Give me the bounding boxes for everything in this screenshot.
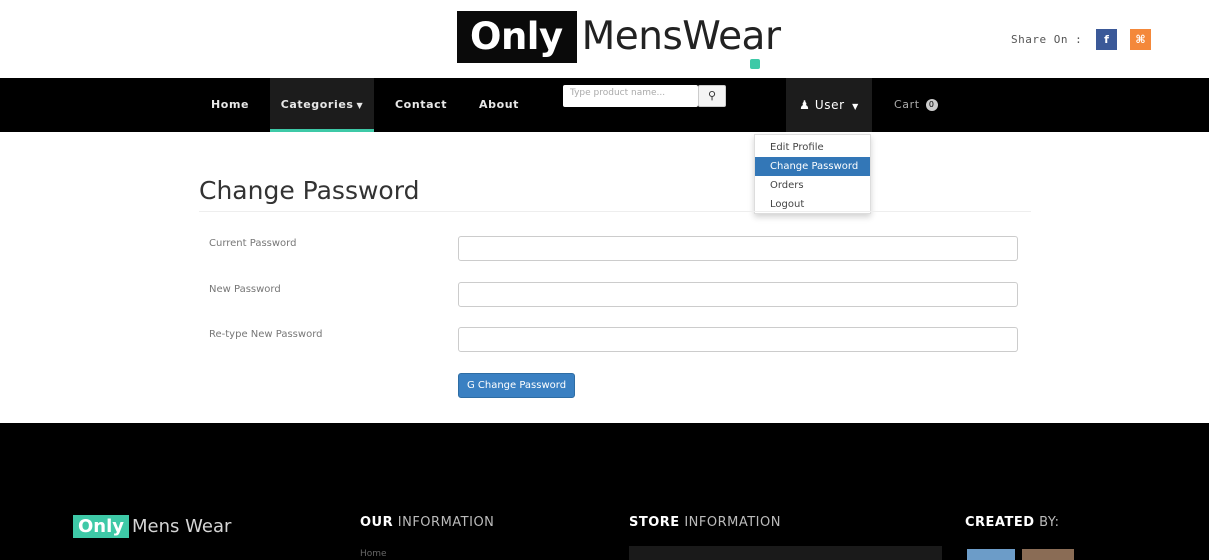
user-dropdown-menu: Edit Profile Change Password Orders Logo… [754, 134, 871, 214]
nav-contact-label: Contact [395, 98, 448, 111]
footer-logo-rest: Mens Wear [132, 516, 232, 537]
menu-item-orders[interactable]: Orders [755, 176, 870, 195]
search-button[interactable]: ⚲ [698, 85, 726, 107]
menu-item-edit-profile[interactable]: Edit Profile [755, 138, 870, 157]
nav-cart[interactable]: Cart 0 [894, 78, 938, 132]
retype-password-field[interactable] [458, 327, 1018, 352]
creator-photo [967, 549, 1015, 560]
nav-home-label: Home [211, 98, 250, 111]
page-title: Change Password [199, 176, 420, 205]
change-password-button[interactable]: G Change Password [458, 373, 575, 398]
change-password-button-label: Change Password [477, 380, 567, 391]
shopping-bag-icon [750, 59, 760, 69]
footer-heading-our-information: OUR INFORMATION [360, 515, 494, 530]
menu-item-change-password[interactable]: Change Password [755, 157, 870, 176]
search-icon: ⚲ [707, 89, 717, 102]
footer-heading-rest: INFORMATION [397, 515, 495, 530]
nav-about[interactable]: About [479, 78, 519, 132]
store-info-box [629, 546, 942, 560]
nav-contact[interactable]: Contact [395, 78, 447, 132]
footer-heading-store-information: STORE INFORMATION [629, 515, 781, 530]
logo-rest: MensWear [581, 14, 781, 59]
google-icon: G [466, 380, 475, 391]
footer-heading-created-by: CREATED BY: [965, 515, 1059, 530]
footer-logo[interactable]: Only Mens Wear [73, 515, 231, 538]
caret-down-icon: ▼ [356, 101, 364, 110]
footer-heading-bold: STORE [629, 515, 680, 530]
site-logo[interactable]: Only MensWear [457, 11, 781, 63]
nav-home[interactable]: Home [211, 78, 249, 132]
page: Only MensWear Share On : f ⌘ Home Catego… [0, 0, 1209, 560]
creator-photo [1022, 549, 1074, 560]
current-password-field[interactable] [458, 236, 1018, 261]
site-footer [0, 423, 1209, 560]
user-icon: ♟ [799, 98, 811, 112]
footer-heading-rest: BY: [1039, 515, 1060, 530]
footer-link-home[interactable]: Home [360, 549, 387, 559]
footer-heading-bold: CREATED [965, 515, 1035, 530]
facebook-icon[interactable]: f [1096, 29, 1117, 50]
nav-user-label: User [814, 98, 845, 112]
nav-categories[interactable]: Categories ▼ [270, 78, 374, 132]
nav-about-label: About [479, 98, 520, 111]
nav-user-menu[interactable]: ♟ User ▼ [786, 78, 872, 132]
new-password-field[interactable] [458, 282, 1018, 307]
current-password-label: Current Password [209, 238, 297, 249]
retype-password-label: Re-type New Password [209, 329, 323, 340]
nav-cart-label: Cart [894, 98, 920, 111]
footer-logo-strong: Only [73, 515, 130, 538]
logo-strong: Only [457, 11, 577, 63]
rss-icon[interactable]: ⌘ [1130, 29, 1151, 50]
caret-down-icon: ▼ [852, 102, 859, 111]
title-divider [199, 211, 1031, 212]
search-input[interactable]: Type product name... [563, 85, 698, 107]
cart-count-badge: 0 [925, 99, 938, 111]
share-label: Share On : [1011, 33, 1083, 46]
main-navbar: Home Categories ▼ Contact About Type prod… [0, 78, 1209, 132]
new-password-label: New Password [209, 284, 281, 295]
nav-categories-label: Categories [280, 98, 354, 111]
footer-heading-rest: INFORMATION [684, 515, 781, 530]
footer-heading-bold: OUR [360, 515, 394, 530]
